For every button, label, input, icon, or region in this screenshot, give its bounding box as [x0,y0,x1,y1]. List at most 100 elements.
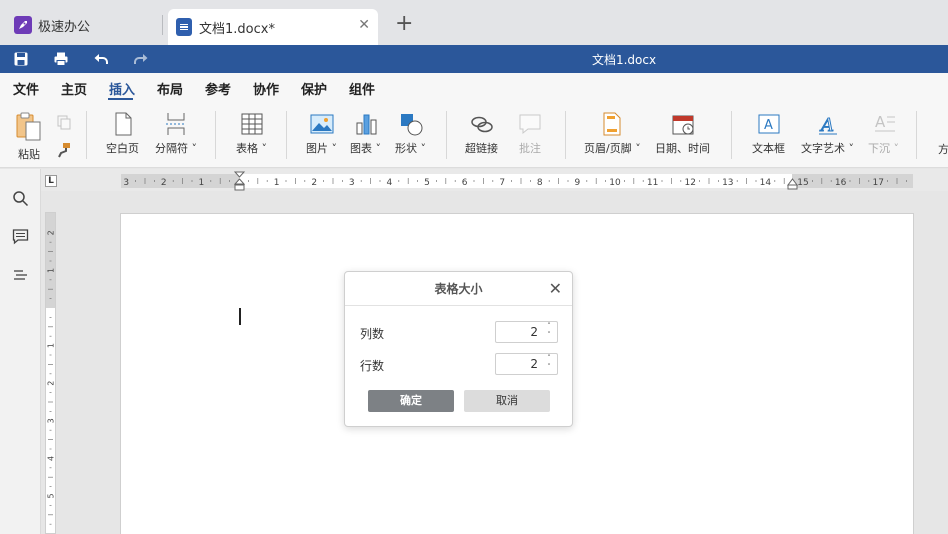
stepper-arrows-icon[interactable]: ˄ ˅ [544,322,554,342]
ruler-number: 5 [424,178,430,188]
textbox-icon: A [758,114,779,134]
picture-button[interactable]: 图片 ˅ [306,111,337,156]
ribbon-divider [286,111,287,159]
text-art-icon: A [818,115,837,137]
drop-cap-button[interactable]: A 下沉 ˅ [868,111,899,156]
menu-protect[interactable]: 保护 [301,79,327,98]
menu-collaborate[interactable]: 协作 [253,79,279,98]
dialog-title: 表格大小 [434,282,483,296]
ribbon-divider [731,111,732,159]
ruler-number: 7 [499,178,505,188]
cancel-button[interactable]: 取消 [464,390,550,412]
active-menu-indicator [108,98,133,100]
menu-file[interactable]: 文件 [13,79,39,98]
document-icon [176,18,192,36]
header-footer-label: 页眉/页脚 ˅ [584,142,641,155]
right-indent-marker-icon[interactable] [787,178,798,190]
table-button[interactable]: 表格 ˅ [236,111,267,156]
ruler-number: 1 [47,268,56,273]
tab-stop-selector[interactable]: L [45,175,57,187]
columns-label: 列数 [360,327,385,341]
menu-home[interactable]: 主页 [61,79,87,98]
text-art-label: 文字艺术 ˅ [801,142,854,155]
menu-insert[interactable]: 插入 [109,79,135,98]
date-time-label: 日期、时间 [655,142,710,155]
chart-icon [356,114,376,135]
vertical-ruler-ticks: 2 1 1 2 3 4 5 [47,230,56,525]
window-title: 文档1.docx [591,53,657,67]
left-sidebar [0,169,41,534]
tab-label: 极速办公 [38,19,91,35]
ruler-number: 1 [199,178,205,188]
new-tab-icon[interactable]: + [395,13,413,35]
image-icon [310,114,333,134]
paste-icon [16,112,41,141]
blank-page-icon [115,112,131,136]
header-footer-icon [603,112,621,136]
ruler-number: 17 [872,178,883,188]
table-label: 表格 ˅ [236,142,267,155]
blank-page-button[interactable]: 空白页 [106,111,139,156]
date-time-button[interactable]: 日期、时间 [655,111,710,156]
comment-icon[interactable] [12,228,29,245]
ruler-number: 1 [274,178,280,188]
outline-icon[interactable] [12,267,29,284]
horizontal-ruler-area: L 3 2 1 1 2 3 4 5 6 7 8 9 10 11 12 13 14 15 16 17 [41,169,948,191]
ruler-number: 4 [387,178,393,188]
table-size-dialog: 表格大小 ✕ 列数 2 ˄ ˅ 行数 2 ˄ ˅ 确定 取消 [344,271,573,427]
paste-button[interactable]: 粘贴 [14,111,44,162]
picture-label: 图片 ˅ [306,142,337,155]
textbox-button[interactable]: A 文本框 [752,111,785,156]
search-icon[interactable] [12,190,29,207]
svg-text:A: A [764,118,773,133]
separator-label: 分隔符 ˅ [155,142,197,155]
ruler-number: 11 [647,178,658,188]
rows-value[interactable]: 2 [530,357,538,371]
ruler-number: 15 [797,178,808,188]
ribbon-divider [86,111,87,159]
ruler-number: 3 [123,178,129,188]
stepper-arrows-icon[interactable]: ˄ ˅ [544,354,554,374]
ruler-number: 6 [462,178,468,188]
ruler-number: 2 [311,178,317,188]
vertical-ruler[interactable]: 2 1 1 2 3 4 5 [45,212,56,534]
link-icon [470,116,493,133]
menu-references[interactable]: 参考 [205,79,231,98]
ruler-number: 2 [47,230,56,235]
title-bar: 文档1.docx [0,45,948,73]
menu-components[interactable]: 组件 [349,79,375,98]
ruler-number: 14 [760,178,772,188]
copy-icon[interactable] [56,114,72,130]
columns-stepper[interactable]: 2 ˄ ˅ [495,321,558,343]
rows-stepper[interactable]: 2 ˄ ˅ [495,353,558,375]
ribbon-divider [215,111,216,159]
hyperlink-button[interactable]: 超链接 [465,111,498,156]
horizontal-ruler[interactable]: 3 2 1 1 2 3 4 5 6 7 8 9 10 11 12 13 14 15 16 17 [121,171,913,191]
chart-button[interactable]: 图表 ˅ [350,111,381,156]
close-icon[interactable]: ✕ [358,17,370,33]
menu-layout[interactable]: 布局 [157,79,183,98]
header-footer-button[interactable]: 页眉/页脚 ˅ [584,111,641,156]
shape-label: 形状 ˅ [395,142,426,155]
tab-label: 文档1.docx* [199,21,275,37]
ruler-number: 8 [537,178,543,188]
separator-button[interactable]: 分隔符 ˅ [155,111,197,156]
columns-value[interactable]: 2 [530,325,538,339]
format-painter-icon[interactable] [56,142,72,158]
indent-marker-icon[interactable] [234,171,245,191]
tab-home[interactable]: 极速办公 [8,9,158,41]
ruler-number: 10 [609,178,621,188]
ruler-number: 13 [722,178,733,188]
text-art-button[interactable]: A 文字艺术 ˅ [801,111,854,156]
ruler-number: 16 [835,178,847,188]
tab-document[interactable]: 文档1.docx* ✕ [168,9,378,45]
shape-button[interactable]: 形状 ˅ [395,111,426,156]
paste-label: 粘贴 [18,148,40,161]
comment-button[interactable]: 批注 [517,111,543,156]
table-icon [241,113,262,135]
ok-button[interactable]: 确定 [368,390,454,412]
hyperlink-label: 超链接 [465,142,498,155]
close-icon[interactable]: ✕ [549,272,562,306]
rocket-icon [14,16,32,34]
more-ribbon-label[interactable]: 方 [938,141,948,157]
